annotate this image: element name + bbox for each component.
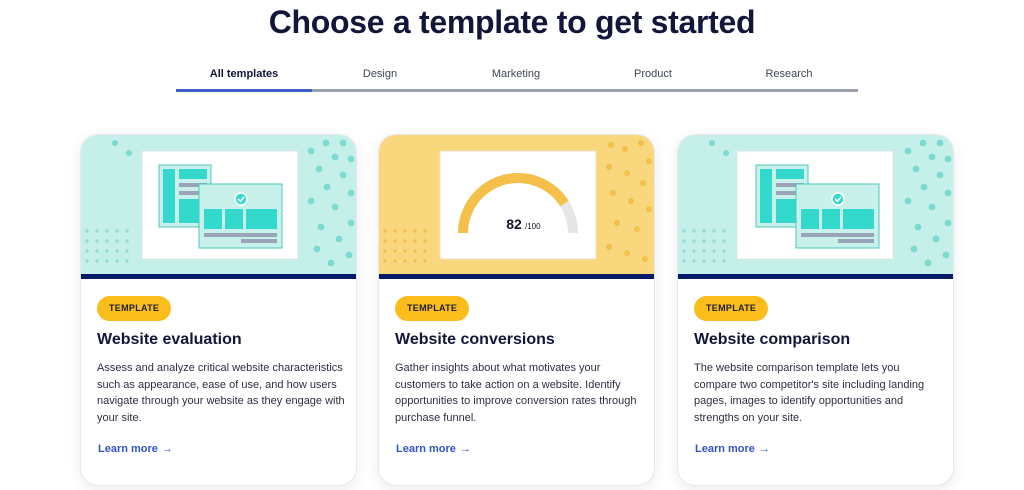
- card-art-stripe: [81, 274, 356, 279]
- tabs-active-indicator: [176, 89, 312, 92]
- learn-more-link[interactable]: Learn more →: [98, 443, 173, 455]
- template-badge: TEMPLATE: [395, 296, 470, 321]
- page-title: Choose a template to get started: [268, 4, 756, 40]
- card-art-stripe: [678, 274, 953, 279]
- website-windows-check-icon: [678, 135, 953, 274]
- card-description: Gather insights about what motivates you…: [395, 362, 637, 424]
- card-art-stripe: [379, 274, 654, 279]
- tab-product[interactable]: Product: [585, 68, 721, 80]
- tab-research[interactable]: Research: [721, 68, 857, 80]
- learn-more-label: Learn more: [396, 443, 456, 455]
- tab-marketing[interactable]: Marketing: [448, 68, 584, 80]
- card-title: Website conversions: [395, 331, 555, 348]
- template-badge: TEMPLATE: [694, 296, 769, 321]
- learn-more-link[interactable]: Learn more →: [695, 443, 770, 455]
- template-card-website-comparison[interactable]: TEMPLATE Website comparison The website …: [677, 134, 954, 486]
- card-title: Website evaluation: [97, 331, 242, 348]
- gauge-score: 82: [506, 216, 522, 232]
- card-description: The website comparison template lets you…: [694, 362, 925, 424]
- tab-all-templates[interactable]: All templates: [176, 68, 312, 80]
- template-card-website-conversions[interactable]: 82 /100 TEMPLATE Website conversions Gat…: [378, 134, 655, 486]
- template-category-tabs: All templates Design Marketing Product R…: [176, 64, 858, 92]
- learn-more-label: Learn more: [98, 443, 158, 455]
- learn-more-link[interactable]: Learn more →: [396, 443, 471, 455]
- score-gauge-icon: 82 /100: [379, 135, 654, 274]
- arrow-right-icon: →: [459, 443, 471, 455]
- template-card-website-evaluation[interactable]: TEMPLATE Website evaluation Assess and a…: [80, 134, 357, 486]
- gauge-out-of: /100: [525, 222, 541, 231]
- card-title: Website comparison: [694, 331, 851, 348]
- template-badge: TEMPLATE: [97, 296, 172, 321]
- arrow-right-icon: →: [758, 443, 770, 455]
- learn-more-label: Learn more: [695, 443, 755, 455]
- website-windows-check-icon: [81, 135, 356, 274]
- card-illustration: 82 /100: [379, 135, 654, 274]
- card-illustration: [81, 135, 356, 274]
- card-description: Assess and analyze critical website char…: [97, 362, 345, 424]
- card-illustration: [678, 135, 953, 274]
- tab-design[interactable]: Design: [312, 68, 448, 80]
- arrow-right-icon: →: [161, 443, 173, 455]
